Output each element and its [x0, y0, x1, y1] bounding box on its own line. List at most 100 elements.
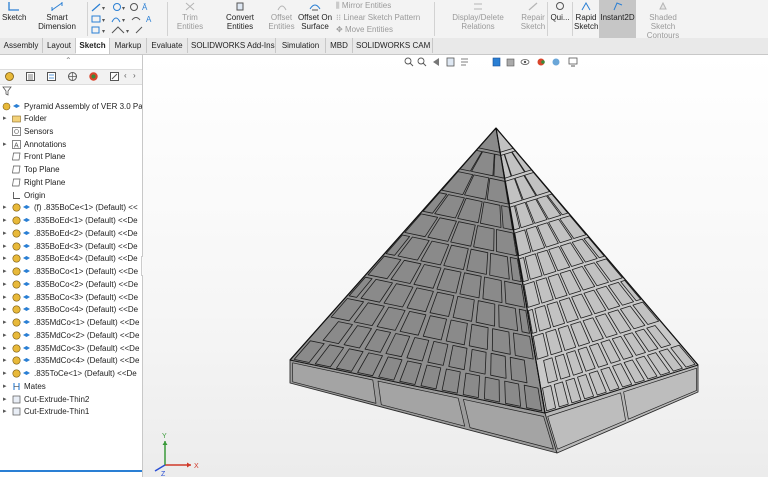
expand-arrow-icon[interactable]: ▸	[3, 227, 7, 240]
tree-item[interactable]: ▸ .835MdCo<1> (Default) <<De	[0, 316, 142, 329]
panel-tabs-right-arrow[interactable]: ›	[133, 71, 136, 80]
tab-markup[interactable]: Markup	[110, 38, 147, 53]
expand-arrow-icon[interactable]: ▸	[3, 265, 7, 278]
dimxpert-manager-icon[interactable]	[67, 71, 78, 82]
view-settings-icon[interactable]	[568, 57, 578, 67]
edit-appearance-icon[interactable]	[537, 58, 545, 66]
rapid-sketch-button[interactable]: Rapid Sketch	[574, 0, 598, 38]
tree-item[interactable]: ▸ .835BoCo<2> (Default) <<De	[0, 278, 142, 291]
cam-manager-icon[interactable]	[109, 71, 120, 82]
configuration-manager-icon[interactable]	[46, 71, 57, 82]
offset-entities-button[interactable]: Offset Entities	[268, 0, 295, 38]
panel-expand-handle[interactable]: ⌃	[65, 56, 72, 65]
zoom-to-area-icon[interactable]	[417, 57, 427, 67]
tree-item[interactable]: ▸ .835BoEd<3> (Default) <<De	[0, 240, 142, 253]
instant2d-button[interactable]: Instant2D	[599, 0, 636, 38]
expand-arrow-icon[interactable]: ▸	[3, 367, 7, 380]
tree-item[interactable]: Sensors	[0, 125, 142, 138]
repair-sketch-button[interactable]: Repair Sketch	[520, 0, 546, 38]
expand-arrow-icon[interactable]: ▸	[3, 354, 7, 367]
tab-simulation[interactable]: Simulation	[276, 38, 326, 53]
expand-arrow-icon[interactable]: ▸	[3, 405, 7, 418]
tree-item[interactable]: ▸ .835BoEd<4> (Default) <<De	[0, 252, 142, 265]
smart-dimension-button[interactable]: Smart Dimension	[28, 0, 86, 38]
expand-arrow-icon[interactable]: ▸	[3, 278, 7, 291]
tree-item[interactable]: ▸ .835BoCo<1> (Default) <<De	[0, 265, 142, 278]
tab-mbd[interactable]: MBD	[326, 38, 353, 53]
quick-snaps-button[interactable]: Qui...	[549, 0, 571, 38]
dynamic-annotation-icon[interactable]	[461, 58, 468, 66]
tree-item-label: Cut-Extrude-Thin1	[24, 407, 90, 417]
expand-arrow-icon[interactable]: ▸	[3, 316, 7, 329]
tab-evaluate[interactable]: Evaluate	[147, 38, 188, 53]
graphics-area[interactable]: X Y Z	[143, 55, 768, 477]
expand-arrow-icon[interactable]: ▸	[3, 252, 7, 265]
expand-arrow-icon[interactable]: ▸	[3, 201, 7, 214]
mirror-entities-button[interactable]: ⫼ Mirror Entities	[336, 0, 391, 11]
part-cap-icon	[23, 358, 30, 363]
expand-arrow-icon[interactable]: ▸	[3, 329, 7, 342]
tree-item[interactable]: Top Plane	[0, 163, 142, 176]
expand-arrow-icon[interactable]: ▸	[3, 214, 7, 227]
tree-item[interactable]: ▸ Folder	[0, 112, 142, 125]
tree-item[interactable]: ▸ .835BoEd<2> (Default) <<De	[0, 227, 142, 240]
tab-assembly[interactable]: Assembly	[0, 38, 43, 53]
convert-entities-button[interactable]: Convert Entities	[212, 0, 268, 38]
apply-scene-icon[interactable]	[552, 58, 560, 66]
trim-entities-button[interactable]: Trim Entities	[169, 0, 211, 38]
tab-sketch[interactable]: Sketch	[76, 38, 110, 54]
tab-solidworks-cam[interactable]: SOLIDWORKS CAM	[353, 38, 433, 53]
tree-item[interactable]: ▸ .835MdCo<4> (Default) <<De	[0, 354, 142, 367]
front-face-brick	[483, 376, 500, 403]
offset-on-surface-button[interactable]: Offset On Surface	[296, 0, 334, 38]
part-cap-icon	[23, 230, 30, 235]
tree-item[interactable]: ▸ .835MdCo<2> (Default) <<De	[0, 329, 142, 342]
panel-tabs-left-arrow[interactable]: ‹	[124, 71, 127, 80]
tree-item[interactable]: Front Plane	[0, 150, 142, 163]
tab-solidworks-add-ins[interactable]: SOLIDWORKS Add-Ins	[188, 38, 276, 53]
filter-icon[interactable]	[2, 86, 12, 96]
move-entities-button[interactable]: ✥ Move Entities	[336, 24, 393, 35]
tree-item[interactable]: ▸ .835ToCe<1> (Default) <<De	[0, 367, 142, 380]
tab-layout[interactable]: Layout	[43, 38, 76, 53]
tree-item[interactable]: Right Plane	[0, 176, 142, 189]
display-style-icon[interactable]	[506, 58, 515, 67]
previous-view-icon[interactable]	[433, 58, 439, 66]
tree-item[interactable]: ▸ A Annotations	[0, 138, 142, 151]
ribbon-separator	[547, 2, 548, 36]
tree-item[interactable]: Origin	[0, 189, 142, 202]
expand-arrow-icon[interactable]: ▸	[3, 342, 7, 355]
svg-text:▾: ▾	[122, 6, 125, 12]
zoom-to-fit-icon[interactable]	[404, 57, 414, 67]
triad-x-arrow	[187, 462, 191, 468]
feature-tree-icon[interactable]	[4, 71, 15, 82]
section-view-icon[interactable]	[446, 57, 455, 67]
expand-arrow-icon[interactable]: ▸	[3, 380, 7, 393]
tree-item[interactable]: ▸ Mates	[0, 380, 142, 393]
shaded-sketch-contours-button[interactable]: Shaded Sketch Contours	[637, 0, 689, 40]
expand-arrow-icon[interactable]: ▸	[3, 240, 7, 253]
tree-item[interactable]: ▸ .835BoEd<1> (Default) <<De	[0, 214, 142, 227]
expand-arrow-icon[interactable]: ▸	[3, 393, 7, 406]
expand-arrow-icon[interactable]: ▸	[3, 303, 7, 316]
tree-item[interactable]: ▸ Cut-Extrude-Thin2	[0, 393, 142, 406]
front-face-brick	[491, 328, 511, 355]
view-orientation-icon[interactable]	[492, 57, 501, 67]
tree-item[interactable]: ▸ .835MdCo<3> (Default) <<De	[0, 342, 142, 355]
expand-arrow-icon[interactable]: ▸	[3, 138, 7, 151]
hide-show-items-icon[interactable]	[520, 59, 530, 65]
tree-item[interactable]: ▸ (f) .835BoCe<1> (Default) <<	[0, 201, 142, 214]
linear-sketch-pattern-button[interactable]: ⁝⁝ Linear Sketch Pattern	[336, 12, 420, 23]
property-manager-icon[interactable]	[25, 71, 36, 82]
tree-item[interactable]: ▸ .835BoCo<4> (Default) <<De	[0, 303, 142, 316]
tree-item[interactable]: ▸ .835BoCo<3> (Default) <<De	[0, 291, 142, 304]
ribbon-separator	[87, 2, 88, 36]
pyramid-model[interactable]	[143, 55, 768, 477]
display-manager-icon[interactable]	[88, 71, 99, 82]
expand-arrow-icon[interactable]: ▸	[3, 291, 7, 304]
sketch-button[interactable]: Sketch	[2, 0, 26, 38]
expand-arrow-icon[interactable]: ▸	[3, 112, 7, 125]
plane-icon	[12, 165, 21, 174]
tree-item[interactable]: ▸ Cut-Extrude-Thin1	[0, 405, 142, 418]
display-delete-relations-button[interactable]: Display/Delete Relations	[436, 0, 520, 38]
